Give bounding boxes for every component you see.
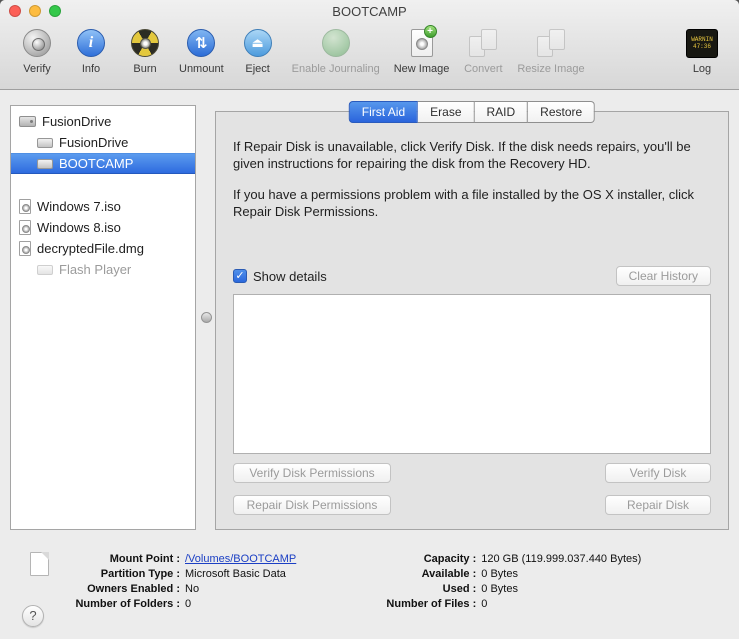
partition-type-label: Partition Type :	[100, 568, 180, 580]
volume-icon	[37, 137, 53, 148]
toolbar-log-button[interactable]: WARNIN 47:36 Log	[682, 25, 722, 75]
toolbar-unmount-button[interactable]: ⇅ Unmount	[179, 25, 224, 75]
titlebar: BOOTCAMP	[0, 0, 739, 22]
sidebar-item-fusiondrive-disk[interactable]: FusionDrive	[11, 111, 195, 132]
verify-icon	[23, 29, 51, 57]
number-of-files-value: 0	[481, 598, 488, 610]
log-icon: WARNIN 47:36	[686, 28, 718, 58]
enable-journaling-icon	[321, 29, 350, 57]
details-row: ✓ Show details Clear History	[233, 266, 711, 286]
toolbar-info-button[interactable]: i Info	[71, 25, 111, 75]
toolbar-resize-image-label: Resize Image	[517, 63, 585, 75]
convert-icon	[469, 29, 498, 57]
toolbar-convert-label: Convert	[464, 63, 503, 75]
document-proxy-icon	[30, 552, 49, 576]
toolbar-burn-button[interactable]: Burn	[125, 25, 165, 75]
first-aid-paragraph-2: If you have a permissions problem with a…	[233, 187, 694, 219]
unmount-icon: ⇅	[187, 29, 216, 57]
sidebar-item-label: BOOTCAMP	[59, 156, 134, 171]
toolbar-verify-button[interactable]: Verify	[17, 25, 57, 75]
volume-icon	[37, 264, 53, 275]
sidebar-item-flash-player[interactable]: Flash Player	[11, 259, 195, 280]
sidebar-item-fusiondrive-volume[interactable]: FusionDrive	[11, 132, 195, 153]
repair-buttons-row: Repair Disk Permissions Repair Disk	[233, 495, 711, 515]
sidebar-item-windows8-iso[interactable]: Windows 8.iso	[11, 217, 195, 238]
capacity-label: Capacity :	[423, 553, 477, 565]
number-of-folders-value: 0	[185, 598, 192, 610]
main-pane: First Aid Erase RAID Restore If Repair D…	[215, 101, 729, 530]
clear-history-button: Clear History	[615, 266, 711, 286]
sidebar-item-label: Windows 8.iso	[37, 220, 121, 235]
first-aid-paragraph-1: If Repair Disk is unavailable, click Ver…	[233, 139, 691, 171]
eject-icon: ⏏	[243, 29, 272, 57]
sidebar-item-bootcamp[interactable]: BOOTCAMP	[11, 153, 195, 174]
mount-point-value[interactable]: /Volumes/BOOTCAMP	[185, 553, 296, 565]
toolbar-new-image-label: New Image	[393, 63, 450, 75]
available-value: 0 Bytes	[481, 568, 518, 580]
toolbar: Verify i Info Burn ⇅ Unmount ⏏ Eject Ena…	[0, 22, 739, 88]
volume-icon	[37, 158, 53, 169]
show-details-label: Show details	[253, 268, 327, 284]
toolbar-burn-label: Burn	[133, 63, 157, 75]
info-grid-left: Mount Point : /Volumes/BOOTCAMP Partitio…	[58, 553, 296, 610]
toolbar-enable-journaling-label: Enable Journaling	[291, 63, 380, 75]
new-image-icon: +	[410, 25, 437, 57]
toolbar-log-label: Log	[692, 63, 712, 75]
toolbar-convert-button: Convert	[463, 25, 503, 75]
disk-utility-window: BOOTCAMP Verify i Info Burn ⇅ Unmount ⏏ …	[0, 0, 739, 639]
window-title: BOOTCAMP	[332, 4, 407, 19]
repair-disk-button: Repair Disk	[605, 495, 711, 515]
toolbar-info-label: Info	[81, 63, 101, 75]
toolbar-resize-image-button: Resize Image	[517, 25, 585, 75]
help-button[interactable]: ?	[22, 605, 44, 627]
window-chrome: BOOTCAMP Verify i Info Burn ⇅ Unmount ⏏ …	[0, 0, 739, 90]
repair-disk-permissions-button: Repair Disk Permissions	[233, 495, 391, 515]
resize-image-icon	[536, 29, 565, 57]
sidebar-item-label: FusionDrive	[42, 114, 112, 129]
device-sidebar: FusionDrive FusionDrive BOOTCAMP Windows…	[10, 105, 196, 530]
owners-enabled-label: Owners Enabled :	[87, 583, 180, 595]
info-columns: Mount Point : /Volumes/BOOTCAMP Partitio…	[58, 553, 729, 610]
sidebar-item-label: Flash Player	[59, 262, 132, 277]
number-of-folders-label: Number of Folders :	[75, 598, 180, 610]
footer-info-bar: ? Mount Point : /Volumes/BOOTCAMP Partit…	[0, 540, 739, 639]
verify-disk-permissions-button: Verify Disk Permissions	[233, 463, 391, 483]
first-aid-panel: If Repair Disk is unavailable, click Ver…	[216, 112, 728, 529]
first-aid-output-area	[233, 294, 711, 454]
disk-image-icon	[19, 220, 31, 235]
used-label: Used :	[442, 583, 477, 595]
splitter-knob[interactable]	[201, 312, 212, 323]
hard-drive-icon	[19, 116, 36, 127]
toolbar-eject-button[interactable]: ⏏ Eject	[238, 25, 278, 75]
mount-point-label: Mount Point :	[109, 553, 180, 565]
toolbar-verify-label: Verify	[23, 63, 51, 75]
show-details-checkbox[interactable]: ✓	[233, 269, 247, 283]
verify-disk-button: Verify Disk	[605, 463, 711, 483]
toolbar-eject-label: Eject	[245, 63, 270, 75]
available-label: Available :	[421, 568, 477, 580]
capacity-value: 120 GB (119.999.037.440 Bytes)	[481, 553, 642, 565]
owners-enabled-value: No	[185, 583, 200, 595]
sidebar-item-label: Windows 7.iso	[37, 199, 121, 214]
disk-image-icon	[19, 241, 31, 256]
toolbar-unmount-label: Unmount	[179, 63, 224, 75]
disk-image-icon	[19, 199, 31, 214]
plus-badge-icon: +	[423, 25, 437, 38]
toolbar-new-image-button[interactable]: + New Image	[393, 25, 450, 75]
sidebar-item-label: FusionDrive	[59, 135, 129, 150]
verify-buttons-row: Verify Disk Permissions Verify Disk	[233, 463, 711, 483]
partition-type-value: Microsoft Basic Data	[185, 568, 286, 580]
burn-icon	[131, 29, 159, 57]
sidebar-item-label: decryptedFile.dmg	[37, 241, 144, 256]
used-value: 0 Bytes	[481, 583, 518, 595]
sidebar-item-decryptedfile-dmg[interactable]: decryptedFile.dmg	[11, 238, 195, 259]
info-grid-right: Capacity : 120 GB (119.999.037.440 Bytes…	[358, 553, 641, 610]
number-of-files-label: Number of Files :	[386, 598, 477, 610]
info-icon: i	[77, 29, 105, 57]
content-area: FusionDrive FusionDrive BOOTCAMP Windows…	[0, 90, 739, 540]
toolbar-enable-journaling-button: Enable Journaling	[292, 25, 380, 75]
sidebar-item-windows7-iso[interactable]: Windows 7.iso	[11, 196, 195, 217]
